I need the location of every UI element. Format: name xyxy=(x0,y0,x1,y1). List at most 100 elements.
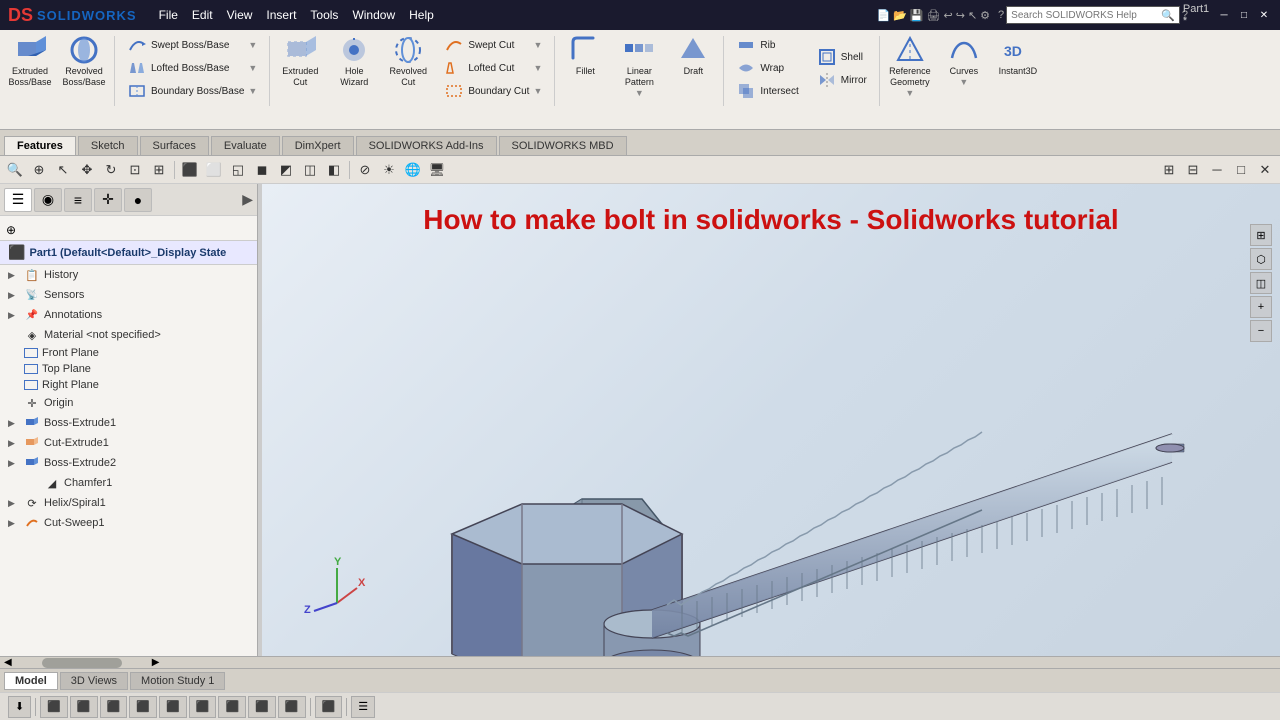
tree-item-chamfer1[interactable]: ◢ Chamfer1 xyxy=(0,473,257,493)
boundary-boss-btn[interactable]: Boundary Boss/Base ▼ xyxy=(123,80,261,102)
h-scrollbar[interactable]: ◀ ▶ xyxy=(0,656,1280,668)
vt-rotate-btn[interactable]: ↻ xyxy=(100,159,122,181)
panel-collapse-arrow[interactable]: ▶ xyxy=(242,191,253,208)
qa-open[interactable]: 📂 xyxy=(893,9,907,22)
vt-display2-btn[interactable]: ◩ xyxy=(275,159,297,181)
tab-sketch[interactable]: Sketch xyxy=(78,136,138,155)
lofted-cut-btn[interactable]: Lofted Cut ▼ xyxy=(440,57,546,79)
scroll-right-btn[interactable]: ▶ xyxy=(152,657,160,668)
vt-search-btn[interactable]: 🔍 xyxy=(4,159,26,181)
swept-boss-btn[interactable]: Swept Boss/Base ▼ xyxy=(123,34,261,56)
rib-btn[interactable]: Rib xyxy=(732,34,802,56)
search-box[interactable]: 🔍 xyxy=(1006,6,1180,24)
menu-insert[interactable]: Insert xyxy=(260,6,302,24)
mirror-btn[interactable]: Mirror xyxy=(813,69,871,91)
btab-motion[interactable]: Motion Study 1 xyxy=(130,672,225,690)
qa-undo[interactable]: ↩ xyxy=(944,9,953,22)
swept-cut-btn[interactable]: Swept Cut ▼ xyxy=(440,34,546,56)
tree-item-front-plane[interactable]: Front Plane xyxy=(0,345,257,361)
tree-root-item[interactable]: ⬛ Part1 (Default<Default>_Display State xyxy=(0,241,257,265)
tree-item-helix1[interactable]: ▶ ⟳ Helix/Spiral1 xyxy=(0,493,257,513)
vb-iso1-btn[interactable]: ⬛ xyxy=(218,696,246,718)
scroll-thumb[interactable] xyxy=(42,658,122,668)
vt-screen-btn[interactable]: 🖥 xyxy=(426,159,448,181)
vt-move-btn[interactable]: ✥ xyxy=(76,159,98,181)
qa-select[interactable]: ↖ xyxy=(968,9,977,22)
panel-tab-config[interactable]: ≡ xyxy=(64,188,92,212)
btab-model[interactable]: Model xyxy=(4,672,58,690)
vb-back-btn[interactable]: ⬛ xyxy=(70,696,98,718)
menu-tools[interactable]: Tools xyxy=(304,6,344,24)
vt-view2-btn[interactable]: ⬜ xyxy=(203,159,225,181)
vb-bottom-btn[interactable]: ⬛ xyxy=(189,696,217,718)
extruded-cut-btn[interactable]: ExtrudedCut xyxy=(274,32,326,90)
vp-min-btn[interactable]: ─ xyxy=(1206,159,1228,181)
vb-front-btn[interactable]: ⬛ xyxy=(40,696,68,718)
vt-display3-btn[interactable]: ◫ xyxy=(299,159,321,181)
btab-3dviews[interactable]: 3D Views xyxy=(60,672,128,690)
vb-select-btn[interactable]: ☰ xyxy=(351,696,375,718)
vt-render-btn[interactable]: 🌐 xyxy=(402,159,424,181)
qa-options[interactable]: ⚙ xyxy=(980,9,990,22)
3d-viewport[interactable]: How to make bolt in solidworks - Solidwo… xyxy=(262,184,1280,656)
menu-help[interactable]: Help xyxy=(403,6,440,24)
menu-edit[interactable]: Edit xyxy=(186,6,219,24)
vt-view3-btn[interactable]: ◱ xyxy=(227,159,249,181)
search-input[interactable] xyxy=(1011,10,1161,21)
vt-filter-btn[interactable]: ⊕ xyxy=(28,159,50,181)
tab-features[interactable]: Features xyxy=(4,136,76,155)
vb-top-btn[interactable]: ⬛ xyxy=(159,696,187,718)
instant3d-btn[interactable]: 3D Instant3D xyxy=(992,32,1044,79)
tree-item-origin[interactable]: ✛ Origin xyxy=(0,393,257,413)
vp-zoom-out[interactable]: − xyxy=(1250,320,1272,342)
tab-surfaces[interactable]: Surfaces xyxy=(140,136,209,155)
fillet-btn[interactable]: Fillet xyxy=(559,32,611,79)
vp-view-orientation[interactable]: ⬡ xyxy=(1250,248,1272,270)
tree-item-history[interactable]: ▶ 📋 History xyxy=(0,265,257,285)
shell-btn[interactable]: Shell xyxy=(813,46,871,68)
vp-tile-btn[interactable]: ⊞ xyxy=(1158,159,1180,181)
tree-item-sensors[interactable]: ▶ 📡 Sensors xyxy=(0,285,257,305)
vt-select-btn[interactable]: ↖ xyxy=(52,159,74,181)
vt-zoom-btn[interactable]: ⊞ xyxy=(148,159,170,181)
vb-normal-btn[interactable]: ⬛ xyxy=(315,696,343,718)
revolved-cut-btn[interactable]: RevolvedCut xyxy=(382,32,434,90)
vp-split-btn[interactable]: ⊟ xyxy=(1182,159,1204,181)
vb-isometric-btn[interactable]: ⬇ xyxy=(8,696,31,718)
vt-section-btn[interactable]: ⊘ xyxy=(354,159,376,181)
vt-fit-btn[interactable]: ⊡ xyxy=(124,159,146,181)
revolved-boss-base-btn[interactable]: RevolvedBoss/Base xyxy=(58,32,110,90)
vt-view1-btn[interactable]: ⬛ xyxy=(179,159,201,181)
tree-item-annotations[interactable]: ▶ 📌 Annotations xyxy=(0,305,257,325)
vp-close-btn[interactable]: ✕ xyxy=(1254,159,1276,181)
tab-addins[interactable]: SOLIDWORKS Add-Ins xyxy=(356,136,497,155)
qa-print[interactable]: 🖨 xyxy=(927,9,941,22)
reference-geometry-btn[interactable]: ReferenceGeometry ▼ xyxy=(884,32,936,100)
menu-file[interactable]: File xyxy=(153,6,184,24)
panel-tab-dimxpert[interactable]: ✛ xyxy=(94,188,122,212)
qa-save[interactable]: 💾 xyxy=(910,9,924,22)
draft-btn[interactable]: Draft xyxy=(667,32,719,79)
curves-btn[interactable]: Curves ▼ xyxy=(938,32,990,89)
tree-item-boss-extrude1[interactable]: ▶ Boss-Extrude1 xyxy=(0,413,257,433)
lofted-boss-btn[interactable]: Lofted Boss/Base ▼ xyxy=(123,57,261,79)
qa-new[interactable]: 📄 xyxy=(876,9,890,22)
maximize-btn[interactable]: □ xyxy=(1236,7,1252,23)
vb-iso3-btn[interactable]: ⬛ xyxy=(278,696,306,718)
menu-window[interactable]: Window xyxy=(346,6,401,24)
tree-item-right-plane[interactable]: Right Plane xyxy=(0,377,257,393)
scroll-left-btn[interactable]: ◀ xyxy=(4,657,12,668)
vb-iso2-btn[interactable]: ⬛ xyxy=(248,696,276,718)
tree-item-top-plane[interactable]: Top Plane xyxy=(0,361,257,377)
wrap-btn[interactable]: Wrap xyxy=(732,57,802,79)
tree-item-boss-extrude2[interactable]: ▶ Boss-Extrude2 xyxy=(0,453,257,473)
vp-zoom-in[interactable]: + xyxy=(1250,296,1272,318)
boundary-cut-btn[interactable]: Boundary Cut ▼ xyxy=(440,80,546,102)
panel-tab-display[interactable]: ● xyxy=(124,188,152,212)
vp-max-btn[interactable]: □ xyxy=(1230,159,1252,181)
panel-tab-properties[interactable]: ◉ xyxy=(34,188,62,212)
vt-display4-btn[interactable]: ◧ xyxy=(323,159,345,181)
vt-display1-btn[interactable]: ◼ xyxy=(251,159,273,181)
extruded-boss-base-btn[interactable]: ExtrudedBoss/Base xyxy=(4,32,56,90)
linear-pattern-btn[interactable]: LinearPattern ▼ xyxy=(613,32,665,100)
